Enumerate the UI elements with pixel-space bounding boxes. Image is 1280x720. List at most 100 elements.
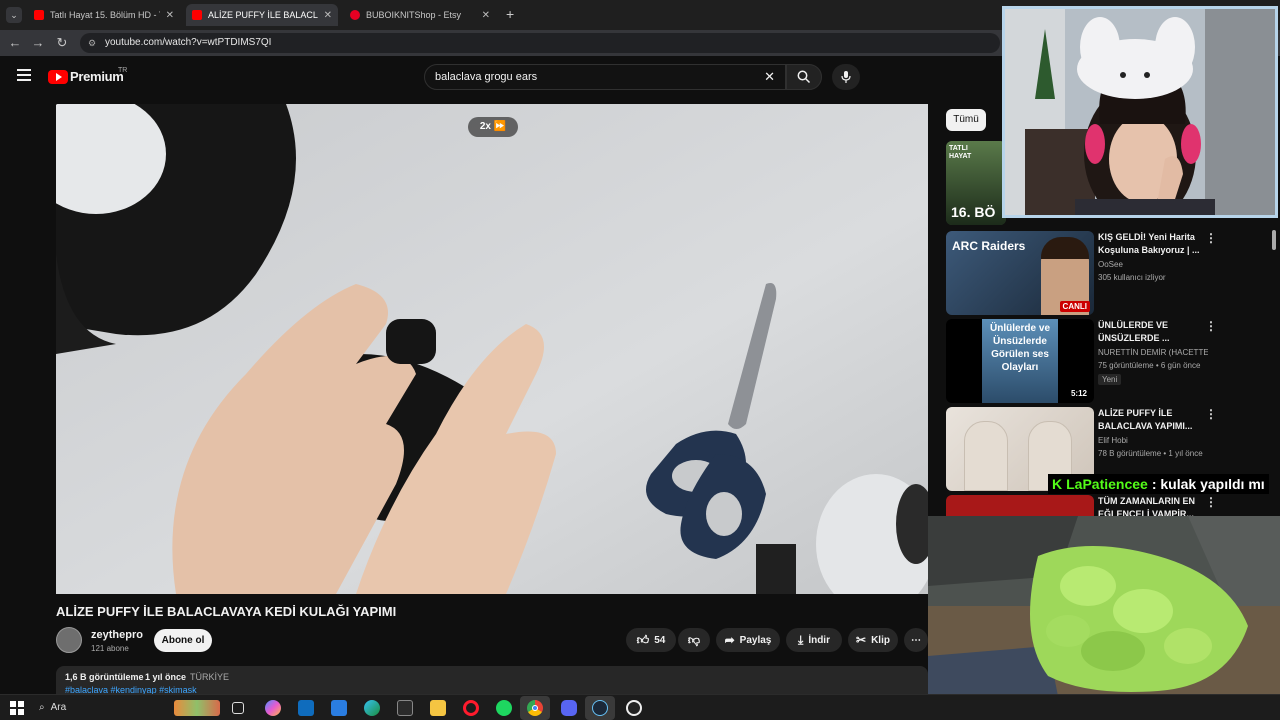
youtube-logo-text: Premium [70,69,124,84]
epic-games-icon[interactable] [397,700,413,716]
task-view-icon[interactable] [232,702,244,714]
discord-icon[interactable] [561,700,577,716]
forward-icon[interactable]: → [29,34,47,52]
more-actions-button[interactable]: ⋯ [904,628,928,652]
thumbnail-text: ARC Raiders [952,239,1026,253]
recommendation-title[interactable]: TÜM ZAMANLARIN EN EĞLENCELİ VAMPİR... [1098,495,1208,516]
download-icon: ⤓ [798,632,804,647]
like-count: 54 [654,634,666,646]
windows-taskbar: ⌕ Ara [0,694,1280,720]
clip-button[interactable]: ✂ Klip [848,628,898,652]
steam-icon [592,700,608,716]
recommendation-title[interactable]: ÜNLÜLERDE VE ÜNSÜZLERDE ... [1098,319,1208,345]
youtube-favicon-icon [192,10,202,20]
kick-logo-icon: K [1052,476,1063,492]
video-frame [56,104,928,594]
recommendation-thumbnail-2[interactable]: ARC Raiders CANLI [946,231,1094,315]
close-tab-icon[interactable]: ✕ [166,10,174,21]
outlook-icon[interactable] [298,700,314,716]
recommendation-title[interactable]: ALİZE PUFFY İLE BALACLAVA YAPIMI... [1098,407,1208,433]
recommendation-thumbnail-3[interactable]: Ünlülerde ve Ünsüzlerde Görülen ses Olay… [946,319,1094,403]
recommendation-channel[interactable]: Elif Hobi [1098,434,1208,447]
search-highlight-icon[interactable] [174,700,220,716]
reload-icon[interactable]: ↻ [53,34,71,52]
more-options-icon[interactable]: ⋮ [1205,407,1217,421]
search-button[interactable] [786,64,822,90]
new-tab-button[interactable]: + [506,6,514,22]
streamer-webcam [1002,6,1278,218]
chrome-taskbar-button[interactable] [520,696,550,720]
duration-badge: 5:12 [1067,388,1090,399]
recommendation-channel[interactable]: NURETTİN DEMİR (HACETTEP... [1098,346,1208,359]
recommendation-channel[interactable]: OoSee [1098,258,1208,271]
stream-chat-message: K LaPatiencee : kulak yapıldı mı [1048,474,1269,494]
hands-webcam [928,516,1280,696]
recommendation-meta: 75 görüntüleme • 6 gün önce [1098,361,1201,370]
microphone-icon [841,71,851,83]
copilot-icon[interactable] [265,700,281,716]
close-tab-icon[interactable]: ✕ [324,10,332,21]
more-options-icon[interactable]: ⋮ [1205,495,1217,509]
store-icon[interactable] [331,700,347,716]
video-player[interactable] [56,104,928,594]
channel-name[interactable]: zeythepro [91,629,143,641]
channel-avatar[interactable] [56,627,82,653]
sidebar-scrollbar[interactable] [1272,230,1276,250]
download-button[interactable]: ⤓ İndir [786,628,842,652]
spotify-icon[interactable] [496,700,512,716]
address-bar[interactable]: ⚙ youtube.com/watch?v=wtPTDIMS7QI [80,33,1000,53]
description-box[interactable]: 1,6 B görüntüleme 1 yıl önce TÜRKİYE #ba… [56,666,928,696]
obs-icon[interactable] [626,700,642,716]
chat-message-text: : kulak yapıldı mı [1151,476,1265,492]
youtube-region: TR [118,67,128,74]
webcam-feed-image [1005,9,1275,215]
live-badge: CANLI [1059,301,1090,312]
country-label: TÜRKİYE [190,672,230,682]
taskbar-search-label: Ara [50,702,67,713]
share-button[interactable]: ➦ Paylaş [716,628,780,652]
thumbnail-text: TATLI HAYAT [949,145,972,160]
recommendation-meta: 78 B görüntüleme • 1 yıl önce [1098,449,1203,458]
address-bar-url: youtube.com/watch?v=wtPTDIMS7QI [105,37,272,48]
scissors-icon: ✂ [856,633,867,647]
tab-alize-puffy[interactable]: ALİZE PUFFY İLE BALACLAVAYA ✕ [186,4,338,26]
like-button[interactable]: 👍︎ 54 [626,628,676,652]
tab-tatli-hayat[interactable]: Tatlı Hayat 15. Bölüm HD - YouT ✕ [28,4,180,26]
thumbnail-text: Ünlülerde ve Ünsüzlerde Görülen ses Olay… [989,323,1051,373]
search-input[interactable]: balaclava grogu ears ✕ [424,64,786,90]
share-icon: ➦ [724,633,735,647]
webcam-feed-image [928,516,1280,696]
clear-search-icon[interactable]: ✕ [764,65,775,89]
youtube-logo-icon[interactable] [48,70,68,84]
chat-username: LaPatiencee [1066,476,1148,492]
search-input-value: balaclava grogu ears [435,71,538,83]
taskbar-search[interactable]: ⌕ Ara [33,699,171,717]
thumbnail-text: 16. BÖ [951,204,996,220]
recommendation-thumbnail-5[interactable] [946,495,1094,516]
site-info-icon[interactable]: ⚙ [88,33,96,53]
tab-etsy[interactable]: BUBOIKNITShop - Etsy ✕ [344,4,496,26]
dislike-button[interactable]: 👎︎ [678,628,710,652]
voice-search-button[interactable] [832,64,860,90]
steam-taskbar-button[interactable] [585,696,615,720]
filter-chip-all[interactable]: Tümü [946,109,986,131]
upload-age: 1 yıl önce [145,672,187,682]
edge-icon[interactable] [364,700,380,716]
search-icon: ⌕ [39,702,45,713]
more-options-icon[interactable]: ⋮ [1205,231,1217,245]
view-count: 1,6 B görüntüleme [65,672,144,682]
tab-list-button[interactable]: ⌄ [6,7,22,23]
close-tab-icon[interactable]: ✕ [482,10,490,21]
opera-icon[interactable] [463,700,479,716]
youtube-header: Premium TR balaclava grogu ears ✕ [0,56,1000,100]
recommendation-thumbnail-1[interactable]: TATLI HAYAT 16. BÖ [946,141,1006,225]
search-icon [797,70,811,84]
file-explorer-icon[interactable] [430,700,446,716]
windows-start-icon[interactable] [9,700,25,716]
new-tag: Yeni [1098,374,1122,385]
menu-icon[interactable] [17,69,31,81]
recommendation-title[interactable]: KIŞ GELDİ! Yeni Harita Koşuluna Bakıyoru… [1098,231,1208,257]
subscribe-button[interactable]: Abone ol [154,629,212,652]
back-icon[interactable]: ← [6,34,24,52]
more-options-icon[interactable]: ⋮ [1205,319,1217,333]
